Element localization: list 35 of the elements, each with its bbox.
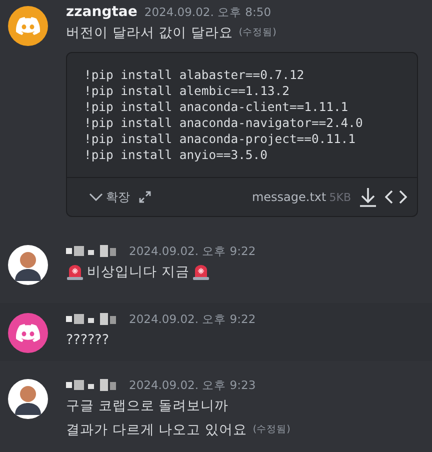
message-text: 비상입니다 지금 <box>87 263 190 282</box>
edited-label: (수정됨) <box>252 423 290 437</box>
file-name[interactable]: message.txt <box>252 190 326 204</box>
siren-icon <box>66 263 84 281</box>
code-view-icon[interactable] <box>385 189 407 205</box>
message-text: 결과가 다르게 나오고 있어요 <box>66 421 247 440</box>
timestamp: 2024.09.02. 오후 9:22 <box>129 312 256 326</box>
gamepad-face-icon <box>16 324 40 342</box>
person-silhouette-icon <box>13 249 43 281</box>
message-text: 구글 코랩으로 돌려보니까 <box>66 397 229 416</box>
avatar[interactable] <box>8 6 48 46</box>
code-line: !pip install anaconda-client==1.11.1 <box>84 99 350 115</box>
timestamp: 2024.09.02. 오후 8:50 <box>144 4 272 20</box>
chevron-down-icon <box>89 193 103 201</box>
message-text: 버전이 달라서 값이 달라요 <box>66 24 233 43</box>
gamepad-face-icon <box>16 17 40 35</box>
message-text: ?????? <box>66 331 109 350</box>
username[interactable]: zzangtae <box>66 4 138 20</box>
code-line: !pip install alabaster==0.7.12 <box>84 67 306 83</box>
avatar[interactable] <box>8 245 48 285</box>
code-line: !pip install anyio==3.5.0 <box>84 147 268 163</box>
code-line: !pip install anaconda-project==0.11.1 <box>84 131 356 147</box>
download-icon[interactable] <box>359 187 377 207</box>
code-line: !pip install alembic==1.13.2 <box>84 83 290 99</box>
edited-label: (수정됨) <box>238 26 276 40</box>
person-silhouette-icon <box>13 383 43 415</box>
avatar[interactable] <box>8 313 48 353</box>
siren-icon <box>192 263 210 281</box>
code-line: !pip install anaconda-navigator==2.4.0 <box>84 115 364 131</box>
file-size: 5KB <box>329 190 351 204</box>
expand-button[interactable]: 확장 <box>89 188 130 206</box>
timestamp: 2024.09.02. 오후 9:23 <box>129 378 256 392</box>
fullscreen-icon[interactable] <box>138 190 152 204</box>
timestamp: 2024.09.02. 오후 9:22 <box>129 244 256 258</box>
avatar[interactable] <box>8 379 48 419</box>
